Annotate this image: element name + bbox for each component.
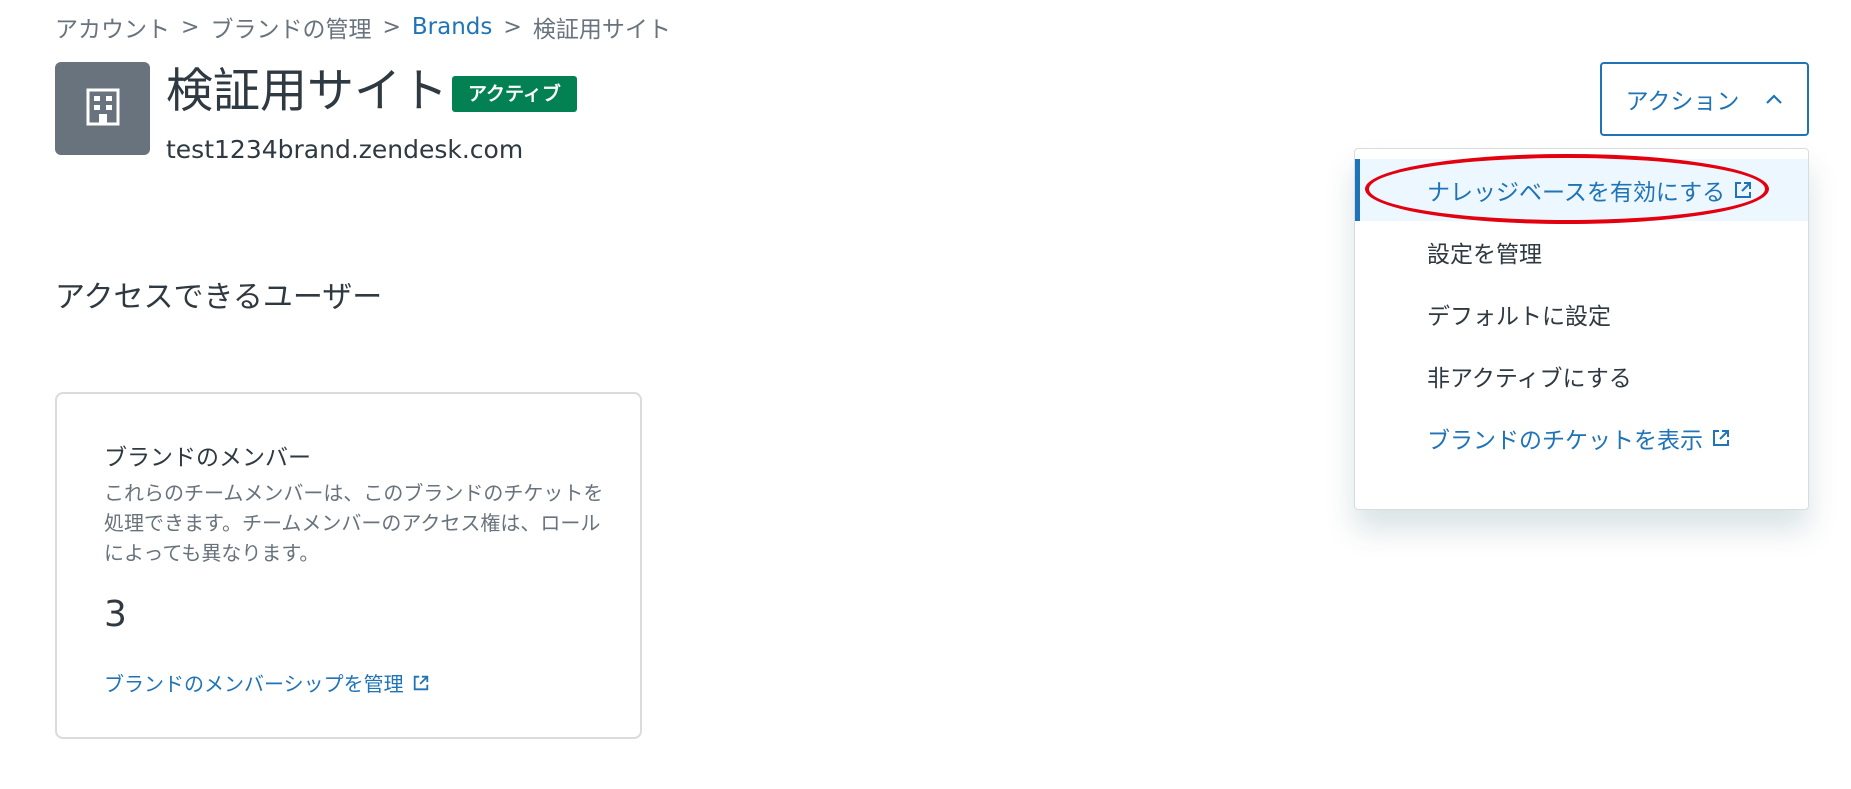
breadcrumb-separator: >: [503, 14, 522, 40]
brand-subdomain: test1234brand.zendesk.com: [166, 135, 524, 164]
page-title: 検証用サイト: [166, 64, 448, 119]
menu-item-label: 非アクティブにする: [1427, 366, 1632, 392]
menu-item-label: デフォルトに設定: [1427, 304, 1611, 330]
external-link-icon: [1711, 428, 1731, 448]
manage-membership-link[interactable]: ブランドのメンバーシップを管理: [104, 668, 430, 697]
menu-item-label: 設定を管理: [1427, 242, 1542, 268]
menu-item-label: ナレッジベースを有効にする: [1427, 180, 1726, 206]
breadcrumb-item-current: 検証用サイト: [532, 17, 671, 43]
menu-item-deactivate[interactable]: 非アクティブにする: [1355, 345, 1808, 407]
brand-logo: [55, 62, 150, 155]
menu-item-enable-knowledge-base[interactable]: ナレッジベースを有効にする: [1355, 159, 1808, 221]
breadcrumb-separator: >: [382, 14, 401, 40]
menu-item-view-brand-tickets[interactable]: ブランドのチケットを表示: [1355, 407, 1808, 469]
manage-membership-label: ブランドのメンバーシップを管理: [104, 672, 404, 696]
status-badge: アクティブ: [452, 76, 577, 112]
section-title: アクセスできるユーザー: [55, 280, 383, 315]
building-icon: [84, 87, 122, 131]
external-link-icon: [412, 674, 430, 692]
actions-menu: ナレッジベースを有効にする 設定を管理 デフォルトに設定 非アクティブにする ブ…: [1354, 148, 1809, 510]
menu-item-label: ブランドのチケットを表示: [1427, 428, 1703, 454]
menu-item-manage-settings[interactable]: 設定を管理: [1355, 221, 1808, 283]
brand-members-card: ブランドのメンバー これらのチームメンバーは、このブランドのチケットを処理できま…: [55, 392, 642, 739]
chevron-up-icon: [1765, 93, 1783, 105]
actions-button[interactable]: アクション: [1600, 62, 1809, 136]
breadcrumb-item-brands[interactable]: Brands: [412, 14, 493, 40]
external-link-icon: [1733, 180, 1753, 200]
menu-item-set-default[interactable]: デフォルトに設定: [1355, 283, 1808, 345]
breadcrumb: アカウント > ブランドの管理 > Brands > 検証用サイト: [55, 10, 671, 44]
card-title: ブランドのメンバー: [104, 445, 311, 471]
brand-detail-page: アカウント > ブランドの管理 > Brands > 検証用サイト 検証用サイト…: [0, 0, 1851, 789]
breadcrumb-item-brand-management[interactable]: ブランドの管理: [210, 10, 371, 44]
actions-button-label: アクション: [1625, 89, 1740, 115]
member-count: 3: [104, 594, 127, 635]
breadcrumb-separator: >: [181, 14, 200, 40]
breadcrumb-item-account[interactable]: アカウント: [55, 10, 170, 44]
card-description: これらのチームメンバーは、このブランドのチケットを処理できます。チームメンバーの…: [104, 481, 604, 565]
